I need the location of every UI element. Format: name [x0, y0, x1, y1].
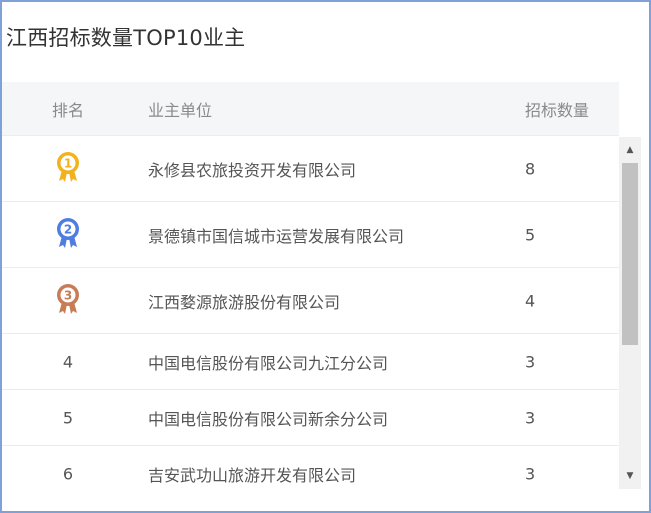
- scroll-thumb[interactable]: [622, 163, 638, 345]
- table-row[interactable]: 1 永修县农旅投资开发有限公司 8: [2, 136, 619, 202]
- svg-text:2: 2: [64, 222, 72, 236]
- silver-medal-icon: 2: [57, 217, 79, 248]
- count-cell: 3: [525, 352, 536, 371]
- column-header-rank: 排名: [51, 100, 84, 120]
- owner-cell: 吉安武功山旅游开发有限公司: [148, 465, 357, 485]
- gold-medal-icon: 1: [57, 151, 79, 182]
- table-row[interactable]: 4 中国电信股份有限公司九江分公司 3: [2, 334, 619, 390]
- rank-cell: 2: [2, 216, 134, 254]
- count-cell: 3: [525, 464, 536, 483]
- rank-cell: 4: [62, 352, 74, 371]
- scroll-up-icon[interactable]: ▲: [619, 141, 641, 159]
- bronze-medal-icon: 3: [57, 283, 79, 314]
- count-cell: 4: [525, 291, 536, 310]
- table-row[interactable]: 5 中国电信股份有限公司新余分公司 3: [2, 390, 619, 446]
- rank-cell: 6: [62, 464, 74, 483]
- rank-cell: 3: [2, 282, 134, 320]
- count-cell: 5: [525, 225, 536, 244]
- rank-cell: 1: [2, 150, 134, 188]
- column-header-count: 招标数量: [525, 100, 590, 120]
- vertical-scrollbar[interactable]: ▲ ▼: [619, 137, 641, 489]
- table-body[interactable]: 1 永修县农旅投资开发有限公司 8 2 景德镇市国信城市运营发展有限公司 5 3…: [2, 136, 619, 493]
- rank-cell: 5: [62, 408, 74, 427]
- table-row[interactable]: 3 江西婺源旅游股份有限公司 4: [2, 268, 619, 334]
- scroll-down-icon[interactable]: ▼: [619, 467, 641, 485]
- svg-text:3: 3: [64, 288, 72, 302]
- table-row[interactable]: 6 吉安武功山旅游开发有限公司 3: [2, 446, 619, 493]
- owner-cell: 景德镇市国信城市运营发展有限公司: [148, 226, 405, 246]
- svg-text:1: 1: [64, 156, 72, 170]
- table-header: 排名 业主单位 招标数量: [2, 82, 619, 136]
- owner-cell: 江西婺源旅游股份有限公司: [148, 292, 341, 312]
- count-cell: 3: [525, 408, 536, 427]
- owner-cell: 永修县农旅投资开发有限公司: [148, 160, 357, 180]
- count-cell: 8: [525, 159, 536, 178]
- panel-title: 江西招标数量TOP10业主: [6, 26, 246, 50]
- owner-cell: 中国电信股份有限公司新余分公司: [148, 409, 389, 429]
- table-row[interactable]: 2 景德镇市国信城市运营发展有限公司 5: [2, 202, 619, 268]
- column-header-owner: 业主单位: [148, 100, 213, 120]
- owners-table: 排名 业主单位 招标数量 1 永修县农旅投资开发有限公司 8 2 景德镇市国信城…: [2, 82, 619, 485]
- owner-cell: 中国电信股份有限公司九江分公司: [148, 353, 389, 373]
